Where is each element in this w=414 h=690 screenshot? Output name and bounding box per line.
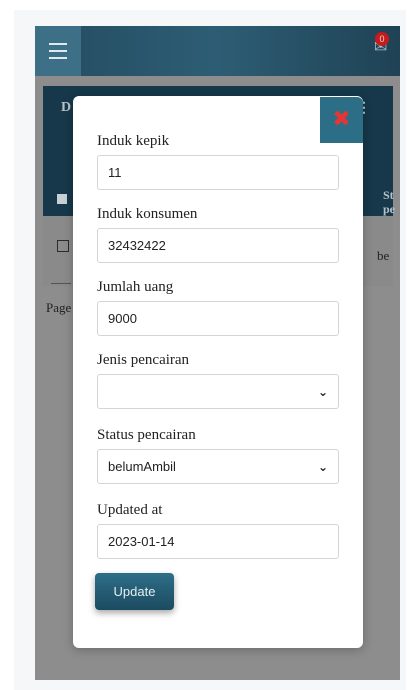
notification-badge: 0	[375, 32, 389, 46]
induk-konsumen-label: Induk konsumen	[97, 206, 198, 222]
status-pencairan-value: belumAmbil	[108, 459, 176, 474]
edit-modal: ✖ Induk kepik 11 Induk konsumen 32432422…	[73, 96, 363, 648]
induk-konsumen-input[interactable]: 32432422	[97, 228, 339, 263]
hamburger-line	[49, 57, 67, 59]
hamburger-line	[49, 50, 67, 52]
pagination-label: Page	[46, 300, 72, 315]
close-icon: ✖	[332, 107, 351, 132]
chevron-down-icon: ⌄	[317, 384, 328, 399]
induk-kepik-input[interactable]: 11	[97, 155, 339, 190]
update-button[interactable]: Update	[95, 573, 174, 610]
column-header-text: St pe	[383, 188, 395, 216]
close-button[interactable]: ✖	[320, 97, 363, 143]
chevron-down-icon: ⌄	[317, 459, 328, 474]
hamburger-line	[49, 43, 67, 45]
status-pencairan-select[interactable]: belumAmbil ⌄	[97, 449, 339, 484]
jenis-pencairan-label: Jenis pencairan	[97, 352, 190, 368]
table-title: D	[61, 100, 72, 115]
top-bar: ✉ 0	[35, 26, 400, 76]
updated-at-input[interactable]: 2023-01-14	[97, 524, 339, 559]
hamburger-icon[interactable]	[35, 26, 81, 76]
table-divider	[51, 283, 71, 284]
jenis-pencairan-select[interactable]: ⌄	[97, 374, 339, 409]
select-all-checkbox[interactable]	[57, 194, 67, 204]
row-status-cell: be	[377, 248, 390, 263]
jumlah-uang-input[interactable]: 9000	[97, 301, 339, 336]
induk-kepik-label: Induk kepik	[97, 133, 170, 149]
jumlah-uang-label: Jumlah uang	[97, 279, 174, 295]
updated-at-label: Updated at	[97, 502, 163, 518]
status-pencairan-label: Status pencairan	[97, 427, 196, 443]
column-header-status: St pe	[383, 188, 395, 216]
row-checkbox[interactable]	[57, 240, 69, 252]
